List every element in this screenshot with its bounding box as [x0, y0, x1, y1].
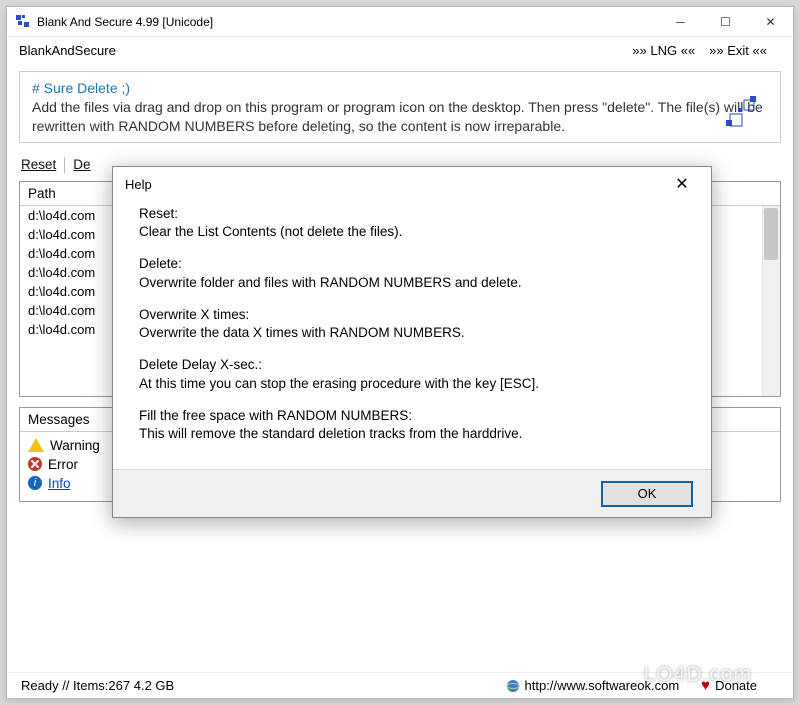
dialog-footer: OK	[113, 469, 711, 517]
help-section: Reset: Clear the List Contents (not dele…	[139, 205, 685, 241]
info-label: Info	[48, 476, 71, 491]
language-button[interactable]: »» LNG ««	[632, 43, 695, 58]
warning-label: Warning	[50, 438, 100, 453]
app-name-label[interactable]: BlankAndSecure	[19, 43, 116, 58]
watermark: LO4D.com	[644, 663, 752, 687]
info-description: Add the files via drag and drop on this …	[32, 98, 768, 136]
help-text: This will remove the standard deletion t…	[139, 426, 522, 441]
ok-button[interactable]: OK	[601, 481, 693, 507]
help-heading: Fill the free space with RANDOM NUMBERS:	[139, 408, 412, 423]
help-section: Delete: Overwrite folder and files with …	[139, 255, 685, 291]
dialog-titlebar[interactable]: Help ✕	[113, 167, 711, 201]
scrollbar-thumb[interactable]	[764, 208, 778, 260]
dialog-close-button[interactable]: ✕	[665, 171, 699, 197]
dialog-body: Reset: Clear the List Contents (not dele…	[113, 201, 711, 469]
help-section: Delete Delay X-sec.: At this time you ca…	[139, 356, 685, 392]
help-heading: Reset:	[139, 206, 178, 221]
globe-icon	[506, 679, 520, 693]
exit-button[interactable]: »» Exit ««	[709, 43, 767, 58]
reset-link[interactable]: Reset	[21, 157, 56, 173]
minimize-button[interactable]: ─	[658, 7, 703, 36]
secure-delete-icon	[724, 94, 766, 136]
help-text: Overwrite folder and files with RANDOM N…	[139, 275, 522, 290]
error-label: Error	[48, 457, 78, 472]
error-icon	[28, 457, 42, 471]
status-left: Ready // Items:267 4.2 GB	[21, 678, 174, 693]
help-text: At this time you can stop the erasing pr…	[139, 376, 539, 391]
info-icon: i	[28, 476, 42, 490]
help-section: Fill the free space with RANDOM NUMBERS:…	[139, 407, 685, 443]
help-dialog: Help ✕ Reset: Clear the List Contents (n…	[112, 166, 712, 518]
menubar: BlankAndSecure »» LNG «« »» Exit ««	[7, 37, 793, 63]
help-section: Overwrite X times: Overwrite the data X …	[139, 306, 685, 342]
maximize-button[interactable]: ☐	[703, 7, 748, 36]
delete-link[interactable]: De	[73, 157, 90, 173]
titlebar[interactable]: Blank And Secure 4.99 [Unicode] ─ ☐ ✕	[7, 7, 793, 37]
window-title: Blank And Secure 4.99 [Unicode]	[37, 15, 658, 29]
app-icon	[15, 14, 31, 30]
info-box: # Sure Delete ;) Add the files via drag …	[19, 71, 781, 143]
help-heading: Delete Delay X-sec.:	[139, 357, 262, 372]
divider	[64, 157, 65, 173]
info-heading: # Sure Delete ;)	[32, 80, 768, 96]
help-heading: Overwrite X times:	[139, 307, 249, 322]
help-text: Overwrite the data X times with RANDOM N…	[139, 325, 465, 340]
help-heading: Delete:	[139, 256, 182, 271]
help-text: Clear the List Contents (not delete the …	[139, 224, 402, 239]
window-controls: ─ ☐ ✕	[658, 7, 793, 36]
dialog-title-text: Help	[125, 177, 152, 192]
close-button[interactable]: ✕	[748, 7, 793, 36]
scrollbar[interactable]	[762, 206, 780, 396]
warning-icon	[28, 438, 44, 452]
